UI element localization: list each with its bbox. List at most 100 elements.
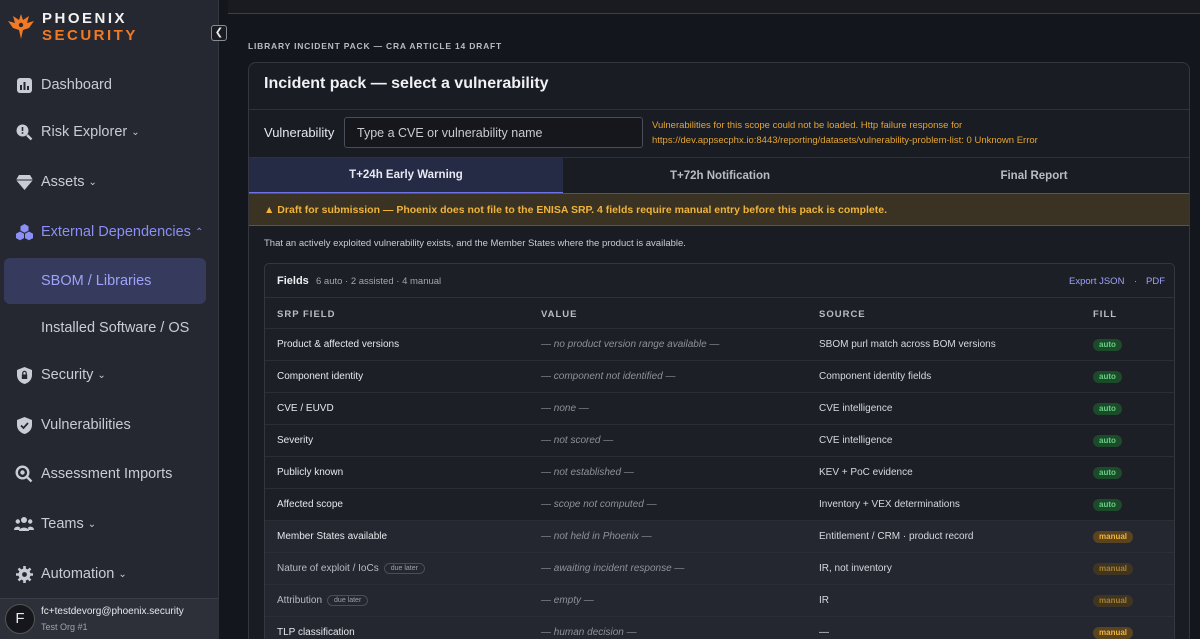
due-later-tag: due later [327, 595, 369, 606]
app-root: PHOENIX SECURITY Dashboard Risk Explorer… [0, 0, 1200, 639]
field-name: Affected scope [277, 499, 343, 510]
table-row[interactable]: Publicly known — not established — KEV +… [265, 456, 1174, 488]
export-json-button[interactable]: Export JSON [1069, 276, 1124, 287]
chevron-down-icon: ⌄ [87, 518, 97, 530]
fields-summary: 6 auto · 2 assisted · 4 manual [316, 276, 442, 287]
sidebar-item-security[interactable]: Security ⌄ [14, 360, 106, 390]
field-value: — scope not computed — [541, 499, 657, 510]
table-row[interactable]: Component identity — component not ident… [265, 360, 1174, 392]
people-icon [14, 514, 34, 534]
sidebar-collapse-button[interactable]: ❮ [211, 25, 227, 41]
field-source: SBOM purl match across BOM versions [819, 339, 996, 350]
field-source: Inventory + VEX determinations [819, 499, 960, 510]
sidebar-item-automation[interactable]: Automation ⌄ [14, 559, 127, 589]
avatar: F [5, 604, 35, 634]
separator: · [1134, 276, 1138, 287]
field-source: IR [819, 595, 829, 606]
lock-shield-icon [14, 365, 34, 385]
sidebar-subitem-label: Installed Software / OS [41, 320, 190, 336]
sidebar-subitem-label: SBOM / Libraries [41, 273, 152, 289]
field-source: KEV + PoC evidence [819, 467, 913, 478]
load-error-line2: https://dev.appsecphx.io:8443/reporting/… [652, 135, 1038, 146]
table-row[interactable]: CVE / EUVD — none — CVE intelligence aut… [265, 392, 1174, 424]
incident-pack-card: Incident pack — select a vulnerability V… [248, 62, 1190, 639]
field-name: Product & affected versions [277, 339, 400, 350]
table-row[interactable]: Affected scope — scope not computed — In… [265, 488, 1174, 520]
table-row[interactable]: Severity — not scored — CVE intelligence… [265, 424, 1174, 456]
column-header-srp-field: SRP FIELD [277, 309, 336, 320]
field-source: CVE intelligence [819, 435, 893, 446]
page-kicker: LIBRARY INCIDENT PACK — CRA ARTICLE 14 D… [248, 41, 502, 51]
tab-notification[interactable]: T+72h Notification [563, 158, 877, 194]
column-header-fill: FILL [1093, 309, 1118, 320]
field-value: — none — [541, 403, 589, 414]
field-name: Attribution [277, 595, 323, 606]
fill-badge: manual [1093, 627, 1134, 639]
chevron-down-icon: ⌄ [131, 126, 140, 138]
field-name: Severity [277, 435, 314, 446]
field-name: Component identity [277, 371, 364, 382]
sidebar-item-label: External Dependencies [41, 224, 191, 240]
sidebar-item-external-dependencies[interactable]: External Dependencies ⌃ [14, 217, 203, 247]
chevron-down-icon: ⌄ [88, 176, 97, 188]
field-value: — component not identified — [541, 371, 676, 382]
top-bar [228, 0, 1200, 14]
due-later-tag: due later [383, 563, 425, 574]
field-source: IR, not inventory [819, 563, 892, 574]
sidebar-item-teams[interactable]: Teams ⌄ [14, 509, 96, 539]
sidebar-item-label: Assets [41, 174, 85, 190]
field-name-cell: Nature of exploit / IoCs due later [277, 563, 425, 574]
export-pdf-button[interactable]: PDF [1146, 276, 1165, 287]
table-row[interactable]: Member States available — not held in Ph… [265, 520, 1174, 552]
field-source: CVE intelligence [819, 403, 893, 414]
fields-table-header: SRP FIELD VALUE SOURCE FILL [265, 297, 1174, 328]
user-profile[interactable]: F fc+testdevorg@phoenix.security Test Or… [0, 598, 219, 639]
field-source: Entitlement / CRM · product record [819, 531, 974, 542]
field-source: Component identity fields [819, 371, 932, 382]
tab-early-warning[interactable]: T+24h Early Warning [249, 158, 563, 194]
tab-final-report[interactable]: Final Report [877, 158, 1189, 194]
chevron-down-icon: ⌄ [97, 369, 106, 381]
sidebar-subitem-sbom-libraries[interactable]: SBOM / Libraries [4, 258, 206, 304]
report-tabs: T+24h Early Warning T+72h Notification F… [249, 157, 1189, 194]
phoenix-logo-icon [8, 14, 34, 39]
fill-badge: manual [1093, 595, 1134, 607]
field-value: — empty — [541, 595, 594, 606]
shield-check-icon [14, 415, 34, 435]
table-row[interactable]: Attribution due later — empty — IR manual [265, 584, 1174, 616]
fill-badge: auto [1093, 467, 1122, 479]
sidebar-item-vulnerabilities[interactable]: Vulnerabilities [14, 410, 131, 440]
brand-logo[interactable]: PHOENIX SECURITY [5, 10, 175, 44]
diamond-icon [14, 172, 34, 192]
fill-badge: auto [1093, 371, 1122, 383]
vulnerability-search-input[interactable] [344, 117, 643, 148]
draft-warning-banner: ▲ Draft for submission — Phoenix does no… [249, 193, 1189, 226]
sidebar-item-label: Teams [41, 516, 84, 532]
sidebar-item-label: Dashboard [41, 77, 112, 93]
sidebar-item-risk-explorer[interactable]: Risk Explorer ⌄ [14, 117, 140, 147]
chevron-left-icon: ❮ [214, 27, 224, 38]
fields-header: Fields 6 auto · 2 assisted · 4 manual Ex… [265, 264, 1174, 297]
field-value: — not held in Phoenix — [541, 531, 652, 542]
fill-badge: auto [1093, 499, 1122, 511]
fill-badge: auto [1093, 403, 1122, 415]
sidebar-item-label: Vulnerabilities [41, 417, 131, 433]
table-row[interactable]: TLP classification — human decision — — … [265, 616, 1174, 639]
user-email: fc+testdevorg@phoenix.security [41, 606, 184, 617]
table-row[interactable]: Product & affected versions — no product… [265, 328, 1174, 360]
vulnerability-selector-row: Vulnerability Vulnerabilities for this s… [249, 109, 1189, 157]
fill-badge: manual [1093, 563, 1134, 575]
risk-search-icon [14, 122, 34, 142]
field-name: Member States available [277, 531, 388, 542]
field-value: — no product version range available — [541, 339, 720, 350]
sidebar-item-assets[interactable]: Assets ⌄ [14, 167, 97, 197]
sidebar-item-label: Assessment Imports [41, 466, 173, 482]
sidebar-subitem-installed-software[interactable]: Installed Software / OS [4, 305, 206, 351]
brand-line2: SECURITY [42, 27, 138, 44]
chevron-down-icon: ⌄ [118, 568, 127, 580]
sidebar-item-dashboard[interactable]: Dashboard [14, 70, 112, 100]
gear-icon [14, 564, 34, 584]
fill-badge: auto [1093, 339, 1122, 351]
table-row[interactable]: Nature of exploit / IoCs due later — awai… [265, 552, 1174, 584]
sidebar-item-assessment-imports[interactable]: Assessment Imports [14, 459, 172, 489]
